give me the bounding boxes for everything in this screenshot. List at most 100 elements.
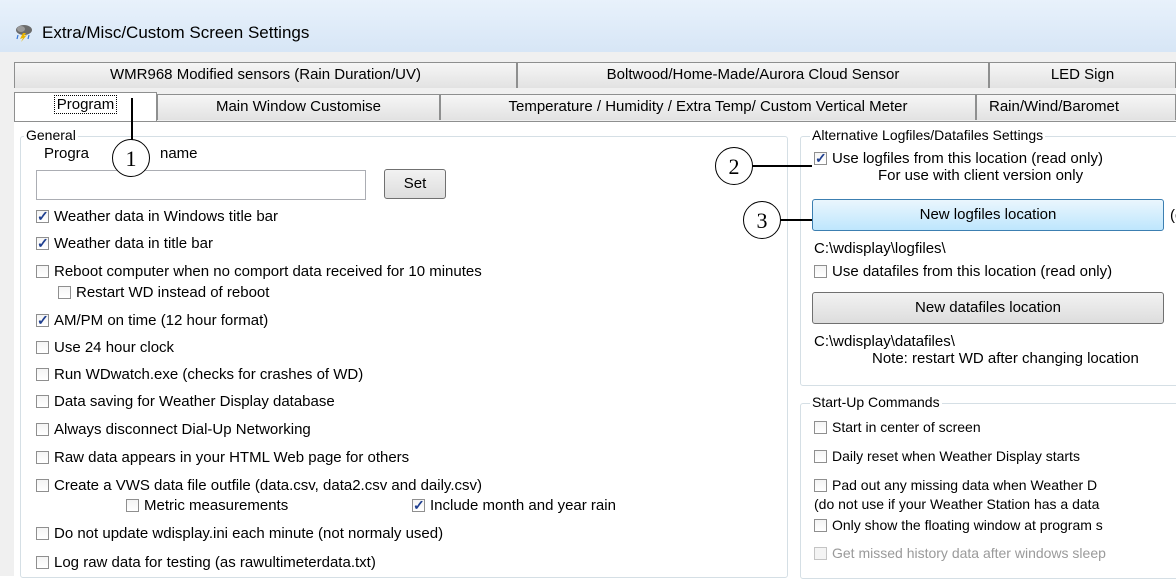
tab-boltwood[interactable]: Boltwood/Home-Made/Aurora Cloud Sensor [517, 62, 989, 88]
new-logfiles-location-button[interactable]: New logfiles location [812, 199, 1164, 231]
checkbox [814, 547, 827, 560]
option-label: Data saving for Weather Display database [54, 393, 335, 410]
checkbox[interactable] [814, 421, 827, 434]
option-pad-missing-data[interactable]: Pad out any missing data when Weather D [814, 475, 1097, 495]
callout-2: 2 [715, 147, 753, 185]
checkbox[interactable] [814, 519, 827, 532]
client-version-note: For use with client version only [878, 167, 1084, 184]
option-label: Always disconnect Dial-Up Networking [54, 421, 311, 438]
option-daily-reset[interactable]: Daily reset when Weather Display starts [814, 446, 1080, 466]
logfiles-path: C:\wdisplay\logfiles\ [814, 240, 946, 257]
option-label: Log raw data for testing (as rawultimete… [54, 554, 376, 571]
option-use-datafiles[interactable]: Use datafiles from this location (read o… [814, 262, 1112, 282]
checkbox[interactable] [36, 341, 49, 354]
datafiles-path: C:\wdisplay\datafiles\ [814, 333, 955, 350]
checkbox[interactable] [36, 233, 49, 253]
tab-label: Rain/Wind/Baromet [989, 98, 1120, 115]
checkbox[interactable] [814, 265, 827, 278]
option-label: Start in center of screen [832, 419, 981, 435]
option-label: Reboot computer when no comport data rec… [54, 263, 482, 280]
weather-app-icon [16, 25, 32, 42]
option-floating-window[interactable]: Only show the floating window at program… [814, 515, 1103, 535]
option-weather-windows-title[interactable]: Weather data in Windows title bar [36, 206, 278, 227]
program-name-label-right: name [160, 145, 198, 162]
checkbox[interactable] [36, 556, 49, 569]
option-log-raw-data[interactable]: Log raw data for testing (as rawultimete… [36, 553, 376, 573]
option-label: Pad out any missing data when Weather D [832, 477, 1098, 493]
tab-label: Main Window Customise [215, 98, 382, 115]
option-data-saving-db[interactable]: Data saving for Weather Display database [36, 392, 335, 412]
option-start-center[interactable]: Start in center of screen [814, 417, 981, 437]
callout-3: 3 [743, 201, 781, 239]
option-label: AM/PM on time (12 hour format) [54, 312, 269, 329]
option-reboot-no-comport[interactable]: Reboot computer when no comport data rec… [36, 262, 482, 282]
option-24-hour-clock[interactable]: Use 24 hour clock [36, 338, 174, 358]
checkbox[interactable] [58, 286, 71, 299]
checkbox[interactable] [36, 206, 49, 226]
option-run-wdwatch[interactable]: Run WDwatch.exe (checks for crashes of W… [36, 365, 363, 385]
checkbox[interactable] [36, 451, 49, 464]
checkbox[interactable] [36, 368, 49, 381]
option-label: Include month and year rain [430, 497, 616, 514]
option-label: Weather data in title bar [54, 235, 213, 252]
general-group-label: General [24, 127, 78, 143]
option-label: Use 24 hour clock [54, 339, 175, 356]
checkbox[interactable] [814, 479, 827, 492]
checkbox[interactable] [36, 423, 49, 436]
window-title: Extra/Misc/Custom Screen Settings [42, 23, 310, 42]
callout-3-leader [780, 219, 812, 221]
option-label: Weather data in Windows title bar [54, 208, 278, 225]
option-label: Get missed history data after windows sl… [832, 545, 1106, 561]
option-create-vws-file[interactable]: Create a VWS data file outfile (data.csv… [36, 476, 482, 496]
checkbox[interactable] [36, 527, 49, 540]
tab-rain-wind-barometer[interactable]: Rain/Wind/Baromet [976, 94, 1176, 120]
tab-label: Temperature / Humidity / Extra Temp/ Cus… [508, 98, 908, 115]
option-label: Raw data appears in your HTML Web page f… [54, 449, 410, 466]
tab-led-sign[interactable]: LED Sign [989, 62, 1176, 88]
option-disconnect-dialup[interactable]: Always disconnect Dial-Up Networking [36, 420, 311, 440]
checkbox[interactable] [814, 450, 827, 463]
option-label: Metric measurements [144, 497, 289, 514]
tab-label: Boltwood/Home-Made/Aurora Cloud Sensor [606, 66, 900, 83]
option-label: Create a VWS data file outfile (data.csv… [54, 477, 482, 494]
option-label: Only show the floating window at program… [832, 517, 1103, 533]
new-datafiles-location-button[interactable]: New datafiles location [812, 292, 1164, 324]
option-metric-measurements[interactable]: Metric measurements [126, 496, 288, 516]
option-no-update-ini[interactable]: Do not update wdisplay.ini each minute (… [36, 524, 443, 544]
tab-label: WMR968 Modified sensors (Rain Duration/U… [110, 66, 421, 83]
option-include-month-year-rain[interactable]: Include month and year rain [412, 495, 616, 516]
tab-temperature-humidity[interactable]: Temperature / Humidity / Extra Temp/ Cus… [440, 94, 976, 120]
checkbox[interactable] [36, 265, 49, 278]
alt-files-group-label: Alternative Logfiles/Datafiles Settings [810, 127, 1046, 143]
option-label: Daily reset when Weather Display starts [832, 448, 1080, 464]
option-raw-data-html[interactable]: Raw data appears in your HTML Web page f… [36, 448, 409, 468]
startup-group-label: Start-Up Commands [810, 394, 942, 410]
checkbox[interactable] [36, 479, 49, 492]
option-label: Restart WD instead of reboot [76, 284, 270, 301]
set-button[interactable]: Set [384, 169, 446, 199]
checkbox[interactable] [412, 495, 425, 515]
checkbox[interactable] [814, 148, 827, 168]
program-tab-panel: General Progra name Set Weather data in … [14, 121, 1176, 579]
tab-label: LED Sign [1050, 66, 1115, 83]
checkbox[interactable] [126, 499, 139, 512]
tab-label: Program [53, 95, 118, 114]
startup-note: (do not use if your Weather Station has … [814, 496, 1100, 512]
option-weather-title-bar[interactable]: Weather data in title bar [36, 233, 213, 254]
checkbox[interactable] [36, 310, 49, 330]
tab-wmr968[interactable]: WMR968 Modified sensors (Rain Duration/U… [14, 62, 517, 88]
option-ampm-time[interactable]: AM/PM on time (12 hour format) [36, 310, 269, 331]
tab-main-window-customise[interactable]: Main Window Customise [157, 94, 440, 120]
tab-program[interactable]: Program [14, 92, 157, 122]
option-label: Use logfiles from this location (read on… [832, 150, 1103, 167]
settings-window: Extra/Misc/Custom Screen Settings WMR968… [0, 0, 1176, 579]
option-restart-wd[interactable]: Restart WD instead of reboot [58, 283, 269, 303]
checkbox[interactable] [36, 395, 49, 408]
option-label: Do not update wdisplay.ini each minute (… [54, 525, 444, 542]
option-use-logfiles[interactable]: Use logfiles from this location (read on… [814, 148, 1103, 169]
title-bar: Extra/Misc/Custom Screen Settings [0, 0, 1176, 53]
callout-1: 1 [112, 139, 150, 177]
program-name-input[interactable] [36, 170, 366, 200]
option-label: Run WDwatch.exe (checks for crashes of W… [54, 366, 364, 383]
callout-2-leader [752, 165, 812, 167]
